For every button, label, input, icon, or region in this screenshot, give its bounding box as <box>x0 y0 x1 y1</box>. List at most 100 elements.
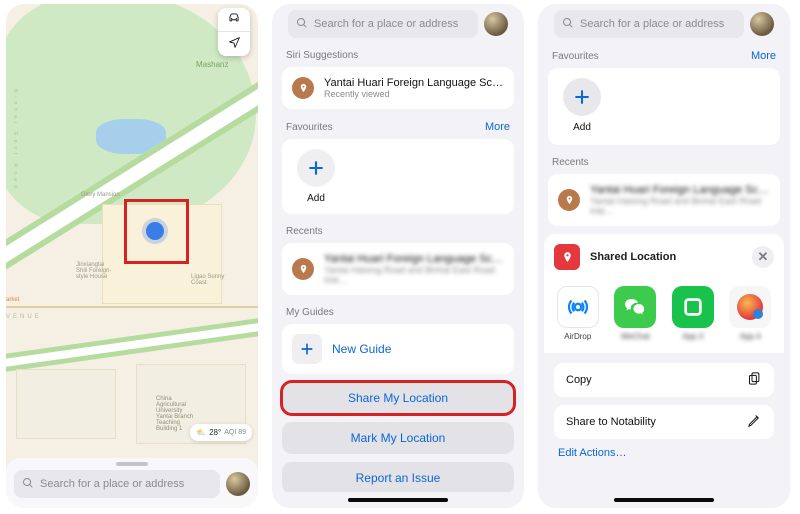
phone-panel-share: Search for a place or address Favourites… <box>538 4 790 508</box>
search-input[interactable]: Search for a place or address <box>14 470 220 498</box>
search-placeholder: Search for a place or address <box>314 18 458 30</box>
map-poi-glory: Glory Mansion <box>81 192 120 198</box>
siri-item-title: Yantai Huari Foreign Language School (… <box>324 77 504 89</box>
new-guide-label: New Guide <box>332 342 391 356</box>
report-issue-label: Report an Issue <box>356 471 441 485</box>
map-poi-jinxiangtai: Jinxiangtai Shili Foreign- style House <box>76 262 111 280</box>
app3-icon <box>672 286 714 328</box>
guides-card: New Guide <box>282 324 514 374</box>
close-share-button[interactable]: ✕ <box>752 246 774 268</box>
app4-icon <box>729 286 771 328</box>
section-recents: Recents <box>272 214 524 243</box>
add-favourite-button[interactable] <box>297 149 335 187</box>
mark-my-location-button[interactable]: Mark My Location <box>282 422 514 454</box>
recent-item-card[interactable]: Yantai Huari Foreign Language School (… … <box>548 174 780 226</box>
recent-item-title: Yantai Huari Foreign Language School (… <box>590 184 770 196</box>
recent-item-title: Yantai Huari Foreign Language School (… <box>324 253 504 265</box>
add-favourite-label: Add <box>307 193 325 204</box>
weather-pill[interactable]: ⛅ 28° AQI 89 <box>190 424 252 441</box>
map-poi-ligao: Ligao Sunny Coast <box>191 274 224 286</box>
copy-label: Copy <box>566 374 592 386</box>
road-label-avenue: VENUE <box>6 314 42 320</box>
car-icon <box>227 11 241 28</box>
edit-actions-link[interactable]: Edit Actions… <box>554 447 774 459</box>
plus-icon <box>572 87 592 107</box>
phone-panel-map: Binhai East Road Mashanz Glory Mansion J… <box>6 4 258 508</box>
add-favourite-label: Add <box>573 122 591 133</box>
new-guide-button[interactable]: New Guide <box>292 334 504 364</box>
airdrop-icon <box>557 286 599 328</box>
siri-item-subtitle: Recently viewed <box>324 89 504 99</box>
share-app-label: WeChat <box>614 332 658 341</box>
siri-suggestion-card[interactable]: Yantai Huari Foreign Language School (… … <box>282 67 514 109</box>
mark-my-location-label: Mark My Location <box>351 431 446 445</box>
section-siri-suggestions: Siri Suggestions <box>272 38 524 67</box>
wechat-icon <box>614 286 656 328</box>
profile-avatar[interactable] <box>750 12 774 36</box>
search-input[interactable]: Search for a place or address <box>288 10 478 38</box>
share-to-notability-action[interactable]: Share to Notability <box>554 405 774 439</box>
notability-label: Share to Notability <box>566 416 656 428</box>
favourites-more-link[interactable]: More <box>485 121 510 133</box>
search-icon <box>22 477 34 492</box>
pin-icon <box>292 258 314 280</box>
section-favourites: Favourites <box>286 122 333 133</box>
share-sheet: Shared Location ✕ AirDrop WeChat <box>544 234 784 492</box>
search-input[interactable]: Search for a place or address <box>554 10 744 38</box>
search-placeholder: Search for a place or address <box>40 478 184 490</box>
share-app-wechat[interactable]: WeChat <box>614 286 658 341</box>
search-placeholder: Search for a place or address <box>580 18 724 30</box>
favourites-more-link[interactable]: More <box>751 50 776 62</box>
map-poi-arket: arket <box>6 297 19 303</box>
map-area-label: Mashanz <box>196 60 228 69</box>
road-label-vertical: Binhai East Road <box>12 89 18 192</box>
pencil-icon <box>747 413 762 431</box>
recent-item-subtitle: Yantai Haixing Road and Binhai East Road… <box>590 196 770 216</box>
close-icon: ✕ <box>758 249 769 265</box>
recent-item-subtitle: Yantai Haixing Road and Binhai East Road… <box>324 265 504 285</box>
share-app-4[interactable]: App 4 <box>729 286 773 341</box>
add-favourite-button[interactable] <box>563 78 601 116</box>
current-location-dot <box>146 222 164 240</box>
recent-item-card[interactable]: Yantai Huari Foreign Language School (… … <box>282 243 514 295</box>
map-poi-campus: China Agricultural University Yantai Bra… <box>156 396 193 432</box>
search-icon <box>562 17 574 32</box>
share-app-3[interactable]: App 3 <box>671 286 715 341</box>
search-sheet[interactable]: Search for a place or address <box>6 458 258 508</box>
aqi-label: AQI 89 <box>224 429 246 436</box>
profile-avatar[interactable] <box>226 472 250 496</box>
share-sheet-title: Shared Location <box>590 251 742 263</box>
pin-icon <box>292 77 314 99</box>
plus-icon <box>306 158 326 178</box>
home-indicator <box>348 498 448 502</box>
favourites-card: Add <box>282 139 514 214</box>
section-favourites: Favourites <box>552 51 599 62</box>
temperature: 28° <box>209 428 221 437</box>
share-app-label: App 3 <box>671 332 715 341</box>
copy-action[interactable]: Copy <box>554 363 774 397</box>
share-my-location-label: Share My Location <box>348 391 448 405</box>
share-app-label: App 4 <box>729 332 773 341</box>
copy-icon <box>747 371 762 389</box>
favourites-card: Add <box>548 68 780 145</box>
plus-icon <box>299 341 315 357</box>
shared-location-icon <box>554 244 580 270</box>
section-my-guides: My Guides <box>272 295 524 324</box>
share-my-location-button[interactable]: Share My Location <box>282 382 514 414</box>
section-recents: Recents <box>538 145 790 174</box>
share-apps-row[interactable]: AirDrop WeChat App 3 App 4 <box>544 280 784 353</box>
profile-avatar[interactable] <box>484 12 508 36</box>
share-app-airdrop[interactable]: AirDrop <box>556 286 600 341</box>
sun-icon: ⛅ <box>196 428 206 437</box>
phone-panel-sheet: Search for a place or address Siri Sugge… <box>272 4 524 508</box>
sheet-grabber[interactable] <box>116 462 148 466</box>
pin-icon <box>558 189 580 211</box>
location-arrow-icon <box>228 36 241 52</box>
report-issue-button[interactable]: Report an Issue <box>282 462 514 492</box>
home-indicator <box>614 498 714 502</box>
search-icon <box>296 17 308 32</box>
travel-mode-button[interactable] <box>218 8 250 32</box>
share-app-label: AirDrop <box>556 332 600 341</box>
recenter-button[interactable] <box>218 32 250 56</box>
map-controls <box>218 8 250 56</box>
